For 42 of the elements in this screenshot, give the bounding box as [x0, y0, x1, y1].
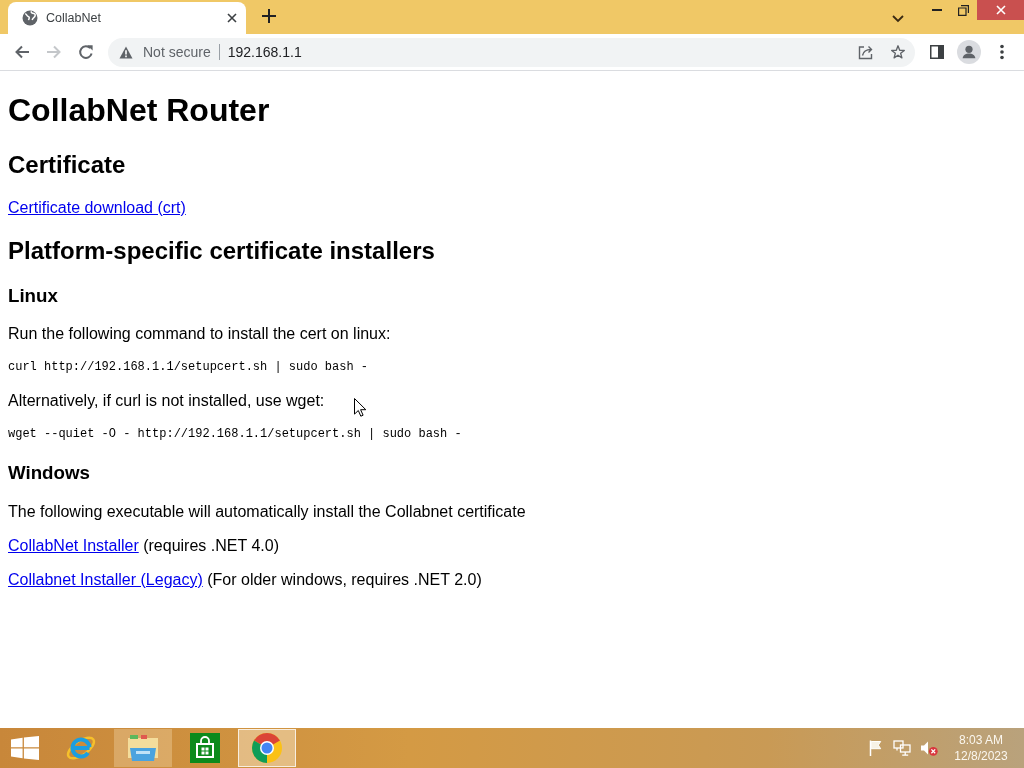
- code-line: curl http://192.168.1.1/setupcert.sh | sudo bash -: [8, 359, 370, 377]
- side-panel-icon[interactable]: [930, 45, 944, 59]
- windows-logo-icon: [11, 736, 39, 760]
- section-heading: Certificate: [8, 150, 127, 179]
- body-text: (requires .NET 4.0): [143, 536, 279, 554]
- close-icon: [995, 5, 1006, 15]
- back-icon[interactable]: [14, 44, 30, 60]
- window-close-button[interactable]: [977, 0, 1024, 20]
- body-text: The following executable will automatically install the Collabnet certificate: [8, 502, 526, 520]
- security-status[interactable]: Not secure: [143, 44, 211, 60]
- profile-avatar-icon[interactable]: [957, 40, 981, 64]
- menu-icon[interactable]: [1000, 44, 1004, 60]
- body-text: (For older windows, requires .NET 2.0): [207, 570, 482, 588]
- folder-icon: [126, 734, 160, 762]
- mouse-pointer-icon: [354, 398, 366, 417]
- close-icon[interactable]: [227, 13, 237, 23]
- code-line: wget --quiet -O - http://192.168.1.1/setupcert.sh | sudo bash -: [8, 426, 463, 444]
- speaker-muted-icon[interactable]: [920, 740, 938, 756]
- url-field[interactable]: 192.168.1.1: [227, 44, 858, 60]
- subsection-heading: Linux: [8, 284, 59, 307]
- restore-icon[interactable]: [958, 4, 969, 16]
- section-heading: Platform-specific certificate installers: [8, 236, 436, 265]
- plus-icon[interactable]: [262, 9, 276, 23]
- caret-icon[interactable]: [892, 15, 904, 23]
- address-bar[interactable]: Not secure 192.168.1.1: [108, 37, 915, 67]
- download-link[interactable]: Collabnet Installer (Legacy): [8, 570, 203, 588]
- warning-icon[interactable]: [119, 45, 133, 59]
- shopping-bag-icon: [190, 733, 220, 763]
- round-logo-icon: [251, 732, 283, 764]
- subsection-heading: Windows: [8, 462, 91, 485]
- body-text: Alternatively, if curl is not installed, use wget:: [8, 392, 325, 410]
- download-link[interactable]: CollabNet Installer: [8, 536, 139, 554]
- page-title: CollabNet Router: [8, 92, 271, 130]
- body-text: Run the following command to install the cert on linux:: [8, 325, 391, 343]
- globe-icon: [22, 10, 38, 26]
- taskbar-button[interactable]: [238, 729, 296, 767]
- browser-tab[interactable]: CollabNet: [8, 2, 246, 34]
- share-icon[interactable]: [858, 44, 874, 60]
- star-icon[interactable]: [890, 44, 906, 60]
- minimize-icon[interactable]: [931, 9, 942, 11]
- download-link[interactable]: Certificate download (crt): [8, 198, 186, 216]
- reload-icon[interactable]: [78, 44, 94, 60]
